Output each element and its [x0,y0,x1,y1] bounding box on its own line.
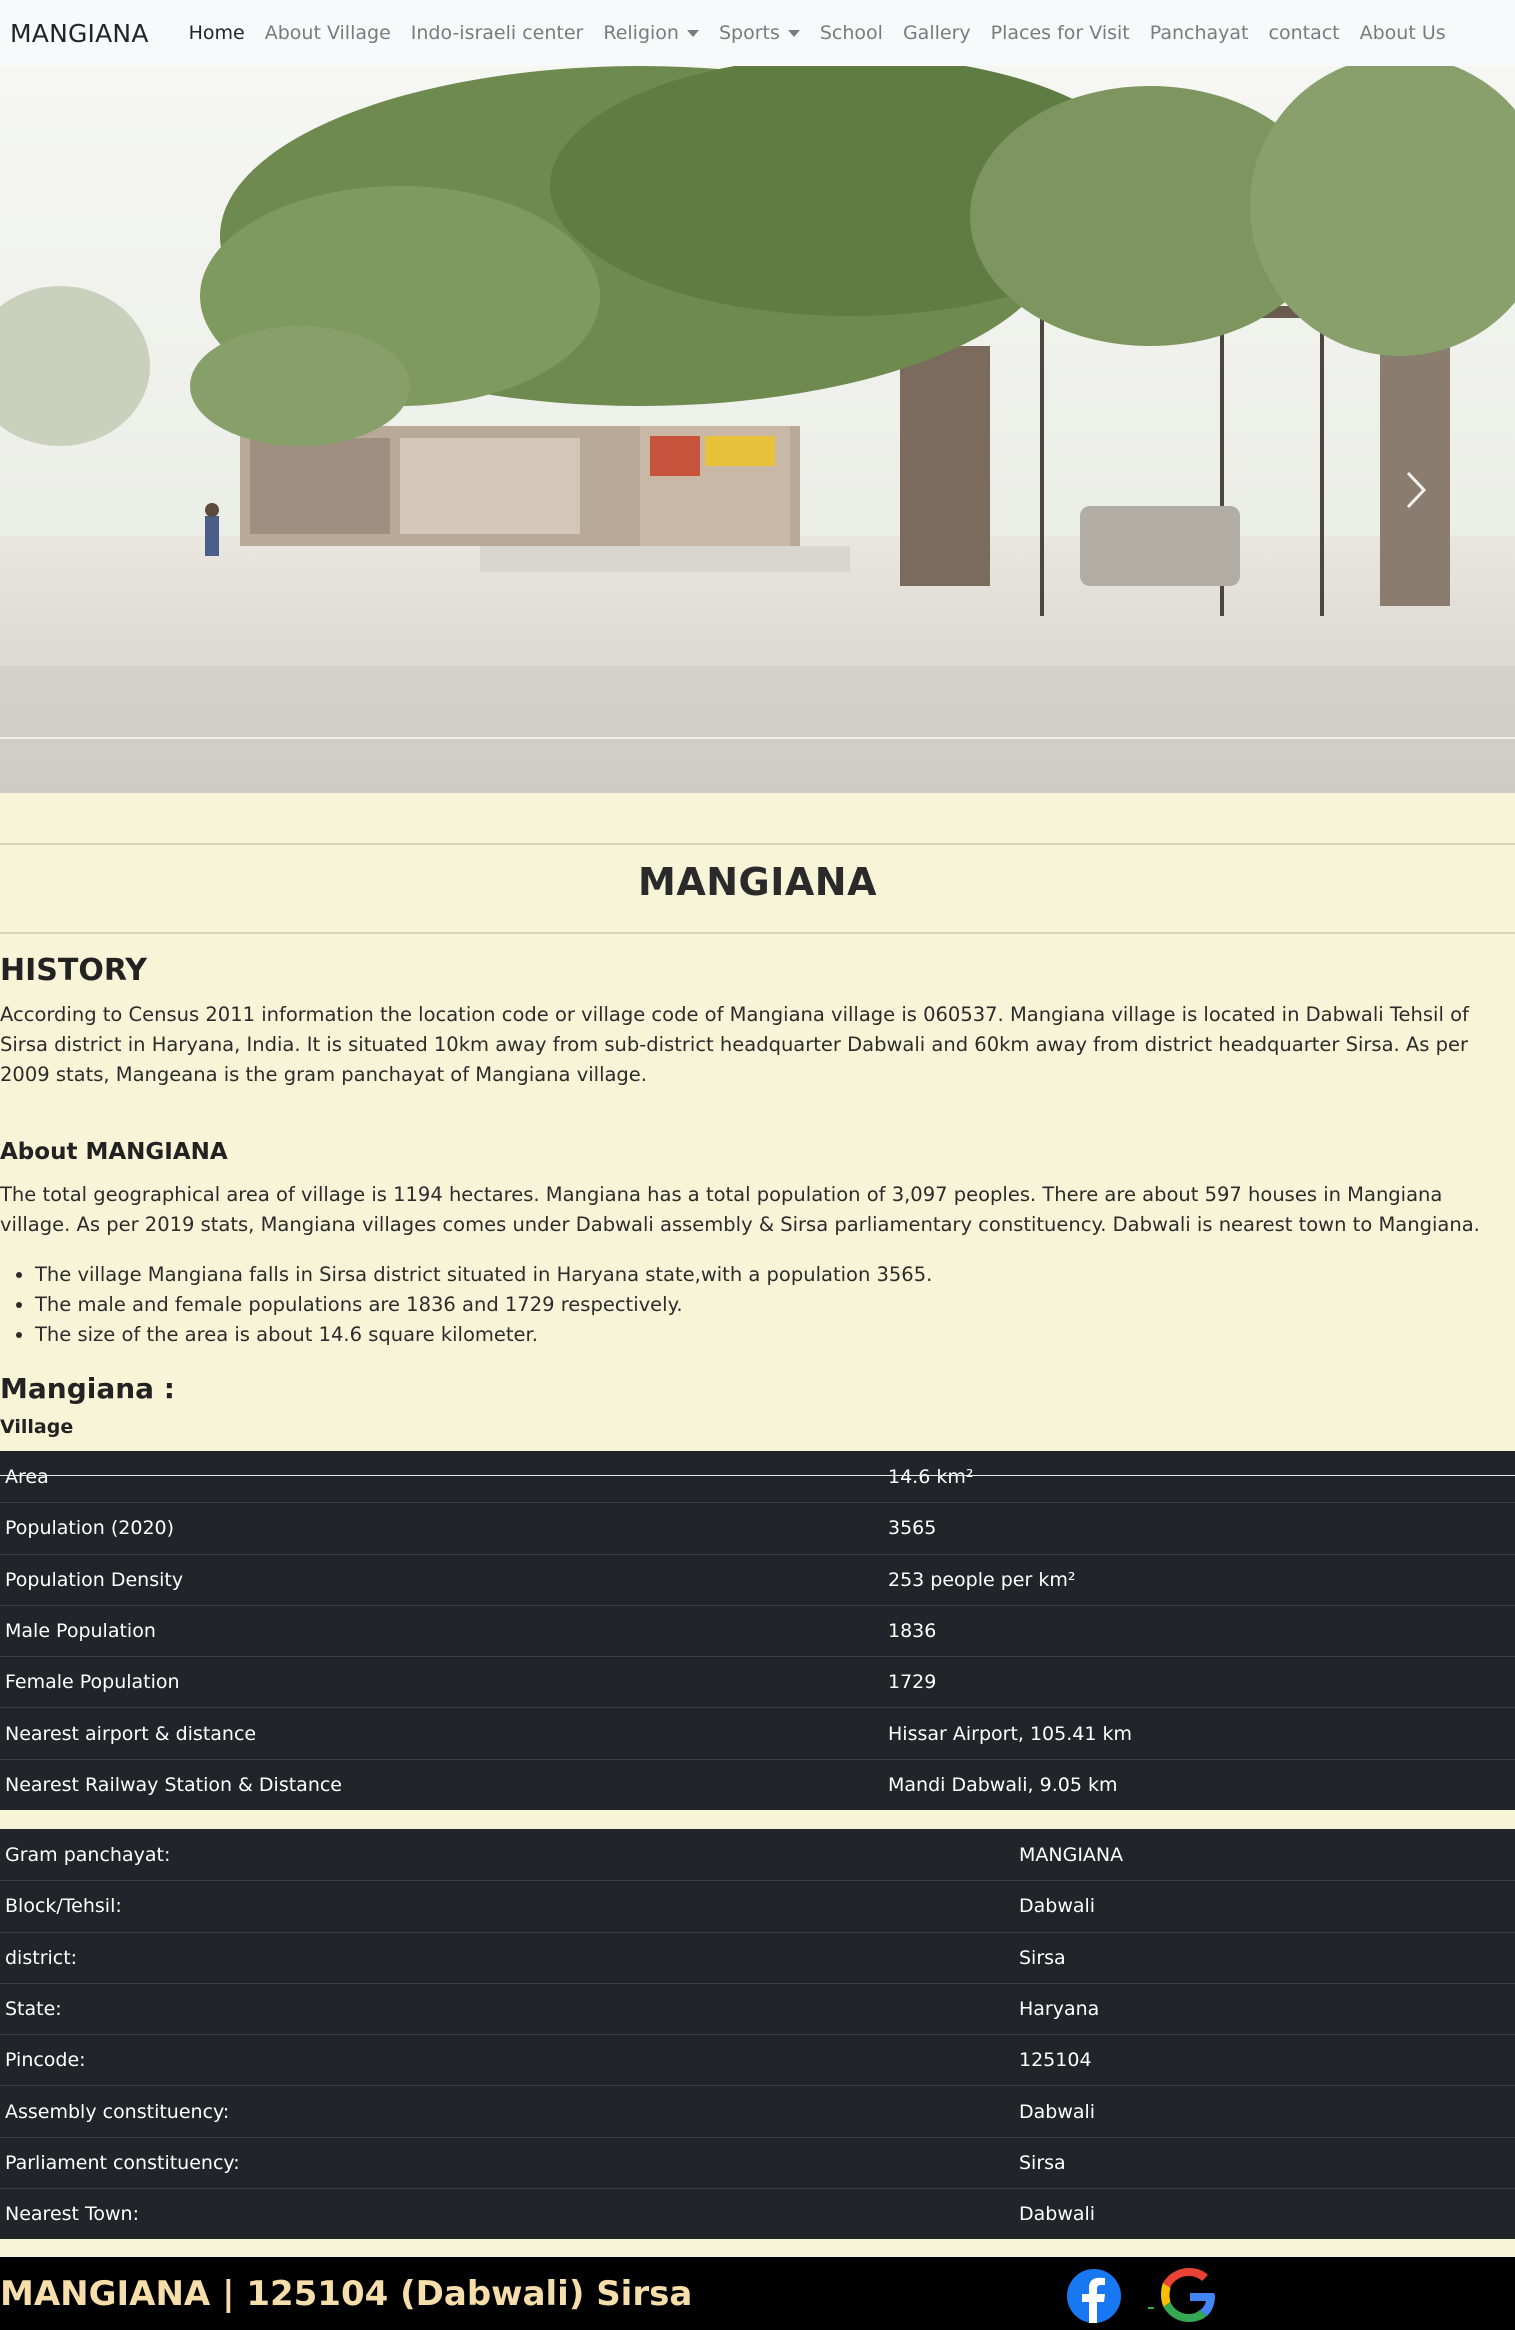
table-cell-label: Gram panchayat: [5,1843,171,1866]
table-cell-label: Male Population [5,1620,156,1643]
table-cell-value: 1729 [888,1671,937,1694]
table-cell-value: Dabwali [1019,1895,1096,1918]
table-cell-value: 1836 [888,1620,937,1643]
table-row: Pincode: 125104 [0,2034,1515,2085]
nav-link-label: About Us [1359,22,1446,44]
nav-link-about-village[interactable]: About Village [255,22,401,44]
nav-link-home[interactable]: Home [179,22,255,44]
table-cell-label: Nearest Town: [5,2203,140,2226]
table-row: Nearest Railway Station & Distance Mandi … [0,1758,1515,1810]
table-row: district: Sirsa [0,1931,1515,1983]
table-cell-label: Nearest airport & distance [5,1722,257,1745]
nav-link-about-us[interactable]: About Us [1350,22,1456,44]
nav-link-religion[interactable]: Religion [593,22,709,44]
nav-link-indo-israeli-center[interactable]: Indo-israeli center [401,22,594,44]
info-table: Gram panchayat: MANGIANA Block/Tehsil: Dabw… [0,1829,1515,2240]
nav-link-label: About Village [264,22,391,44]
facebook-icon[interactable] [1067,2269,1121,2323]
table-cell-value: 14.6 km² [888,1465,974,1488]
table-row: Nearest airport & distance Hissar Airport… [0,1707,1515,1758]
nav-link-label: School [819,22,883,44]
nav-link-contact[interactable]: contact [1259,22,1350,44]
table-cell-label: State: [5,1998,62,2021]
nav-link-label: Places for Visit [990,22,1130,44]
table-cell-value: 253 people per km² [888,1568,1076,1591]
table-cell-value: Dabwali [1019,2203,1096,2226]
table-row: Male Population 1836 [0,1604,1515,1656]
history-text: According to Census 2011 information the… [0,1003,1469,1086]
nav-link-label: Panchayat [1149,22,1249,44]
table-row: Block/Tehsil: Dabwali [0,1880,1515,1931]
table-cell-label: Parliament constituency: [5,2151,240,2174]
table-row: Area 14.6 km² [0,1451,1515,1502]
table-row: Gram panchayat: MANGIANA [0,1829,1515,1880]
hero-image [0,66,1515,793]
stats-table: Area 14.6 km² Population (2020) 3565 Populat… [0,1451,1515,1811]
nav-links: Home About Village Indo-israeli center Reli… [179,22,1456,44]
facts-list: The village Mangiana falls in Sirsa dist… [35,1260,932,1350]
table-cell-label: Female Population [5,1671,180,1694]
table-cell-label: district: [5,1946,78,1969]
nav-link-label: contact [1268,22,1340,44]
nav-link-panchayat[interactable]: Panchayat [1140,22,1259,44]
about-heading: About MANGIANA [0,1139,228,1165]
table-cell-value: Sirsa [1019,2151,1066,2174]
nav-link-label: Gallery [902,22,971,44]
table-row: Population (2020) 3565 [0,1502,1515,1553]
nav-link-label: Religion [603,22,679,44]
table-cell-value: Haryana [1019,1998,1100,2021]
nav-link-places-for-visit[interactable]: Places for Visit [981,22,1140,44]
nav-link-label: Indo-israeli center [410,22,584,44]
divider [0,1475,1515,1476]
village-label: Village [0,1416,74,1438]
nav-link-label: Home [188,22,245,44]
list-item: The village Mangiana falls in Sirsa dist… [35,1260,932,1290]
divider [0,932,1515,934]
table-row: Parliament constituency: Sirsa [0,2136,1515,2188]
chevron-right-icon[interactable] [1405,470,1427,510]
table-cell-label: Population (2020) [5,1517,175,1540]
nav-link-school[interactable]: School [810,22,893,44]
mangiana-heading: Mangiana : [0,1372,175,1405]
table-cell-value: Mandi Dabwali, 9.05 km [888,1773,1118,1796]
nav-link-label: Sports [718,22,780,44]
table-cell-value: MANGIANA [1019,1843,1124,1866]
table-cell-value: Dabwali [1019,2100,1096,2123]
nav-link-gallery[interactable]: Gallery [893,22,981,44]
table-cell-value: 125104 [1019,2049,1092,2072]
table-cell-value: Hissar Airport, 105.41 km [888,1722,1133,1745]
table-row: Nearest Town: Dabwali [0,2188,1515,2239]
hero-carousel [0,66,1515,793]
table-cell-label: Nearest Railway Station & Distance [5,1773,342,1796]
history-heading: HISTORY [0,953,148,988]
table-cell-label: Assembly constituency: [5,2100,230,2123]
brand-logo[interactable]: MANGIANA [10,19,149,48]
navbar: MANGIANA Home About Village Indo-israeli c… [0,0,1515,66]
table-row: State: Haryana [0,1982,1515,2034]
footer: MANGIANA | 125104 (Dabwali) Sirsa [0,2257,1515,2330]
table-cell-value: Sirsa [1019,1946,1066,1969]
caret-down-icon [686,30,699,37]
list-item: The male and female populations are 1836… [35,1290,932,1320]
divider [0,843,1515,845]
table-row: Female Population 1729 [0,1656,1515,1707]
list-item: The size of the area is about 14.6 squar… [35,1320,932,1350]
table-cell-label: Population Density [5,1568,184,1591]
google-icon[interactable] [1146,2267,1230,2323]
table-cell-value: 3565 [888,1517,937,1540]
table-cell-label: Pincode: [5,2049,86,2072]
table-row: Assembly constituency: Dabwali [0,2085,1515,2136]
about-text: The total geographical area of village i… [0,1183,1480,1236]
table-cell-label: Area [5,1465,49,1488]
page-title: MANGIANA [638,860,877,904]
nav-link-sports[interactable]: Sports [709,22,810,44]
footer-text: MANGIANA | 125104 (Dabwali) Sirsa [0,2273,693,2314]
caret-down-icon [787,30,800,37]
table-cell-label: Block/Tehsil: [5,1895,122,1918]
table-row: Population Density 253 people per km² [0,1553,1515,1605]
